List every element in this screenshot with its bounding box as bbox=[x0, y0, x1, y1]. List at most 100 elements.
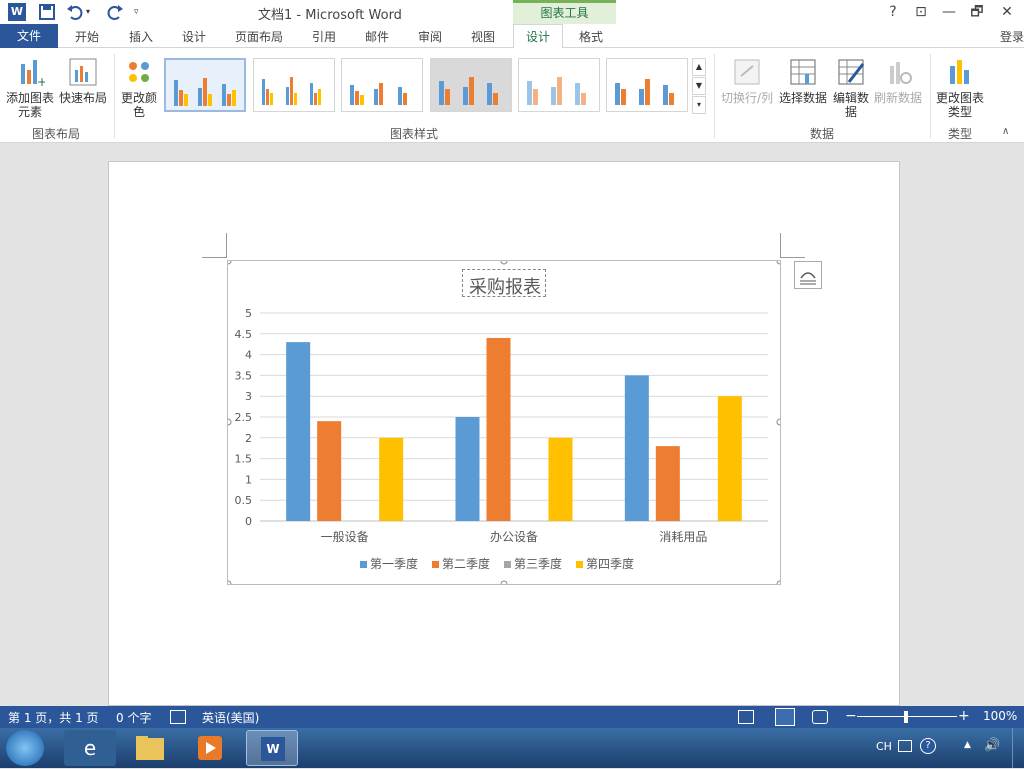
y-tick-label: 2 bbox=[245, 432, 252, 445]
bar bbox=[655, 446, 680, 521]
save-icon[interactable] bbox=[38, 3, 56, 21]
language[interactable]: 英语(美国) bbox=[202, 709, 259, 726]
keyboard-icon[interactable] bbox=[898, 740, 912, 752]
margin-mark-right-h bbox=[780, 257, 805, 258]
ribbon-tabs: 文件 开始 插入 设计 页面布局 引用 邮件 审阅 视图 设计 格式 登录 bbox=[0, 24, 1024, 49]
refresh-data-button[interactable]: 刷新数据 bbox=[872, 56, 924, 105]
tab-home[interactable]: 开始 bbox=[75, 28, 99, 45]
change-colors-button[interactable]: 更改颜色 bbox=[118, 56, 160, 119]
tab-chart-design[interactable]: 设计 bbox=[513, 24, 563, 49]
word-count[interactable]: 0 个字 bbox=[116, 709, 151, 726]
layout-options-button[interactable] bbox=[794, 261, 822, 289]
close-button[interactable]: ✕ bbox=[996, 0, 1018, 24]
palette-icon bbox=[129, 62, 149, 82]
undo-dropdown-icon[interactable]: ▾ bbox=[86, 3, 94, 21]
change-chart-type-icon bbox=[950, 60, 969, 84]
y-tick-label: 1.5 bbox=[235, 453, 253, 466]
chart-style-1[interactable] bbox=[164, 58, 246, 112]
ie-icon[interactable]: e bbox=[64, 730, 116, 766]
read-mode-icon[interactable] bbox=[738, 710, 754, 724]
show-desktop-button[interactable] bbox=[1012, 728, 1024, 768]
y-tick-label: 3 bbox=[245, 390, 252, 403]
redo-icon[interactable] bbox=[106, 3, 124, 21]
quick-layout-button[interactable]: 快速布局 bbox=[58, 56, 108, 105]
tab-mailings[interactable]: 邮件 bbox=[365, 28, 389, 45]
zoom-out-button[interactable]: − bbox=[845, 708, 857, 724]
chart-title-box[interactable]: 采购报表 bbox=[462, 269, 546, 298]
chart-tools-label: 图表工具 bbox=[513, 0, 616, 24]
legend-swatch bbox=[576, 561, 583, 568]
zoom-level[interactable]: 100% bbox=[983, 709, 1017, 723]
switch-row-col-button[interactable]: 切换行/列 bbox=[720, 56, 774, 105]
help-tray-icon[interactable]: ? bbox=[920, 738, 936, 754]
input-language[interactable]: CH bbox=[876, 740, 892, 753]
select-data-label: 选择数据 bbox=[778, 91, 827, 105]
tab-insert[interactable]: 插入 bbox=[129, 28, 153, 45]
volume-icon[interactable]: 🔊 bbox=[984, 738, 1000, 753]
change-chart-type-button[interactable]: 更改图表类型 bbox=[934, 56, 986, 119]
tab-page-layout[interactable]: 页面布局 bbox=[235, 28, 283, 45]
start-button[interactable] bbox=[6, 730, 44, 766]
customize-toolbar-icon[interactable]: ▿ bbox=[134, 3, 144, 21]
tab-view[interactable]: 视图 bbox=[471, 28, 495, 45]
ribbon-display-button[interactable]: ⊡ bbox=[910, 0, 932, 24]
x-tick-label: 一般设备 bbox=[321, 529, 369, 544]
media-player-icon[interactable] bbox=[184, 730, 236, 766]
chart-style-2[interactable] bbox=[253, 58, 335, 112]
web-layout-icon[interactable] bbox=[812, 710, 828, 724]
tab-review[interactable]: 审阅 bbox=[418, 28, 442, 45]
change-chart-type-label: 更改图表类型 bbox=[935, 91, 984, 119]
chart-style-6[interactable] bbox=[606, 58, 688, 112]
minimize-button[interactable]: — bbox=[938, 0, 960, 24]
select-data-button[interactable]: 选择数据 bbox=[778, 56, 828, 105]
chart-style-5-preview bbox=[527, 77, 586, 105]
ribbon-separator bbox=[930, 54, 931, 138]
tab-file[interactable]: 文件 bbox=[0, 24, 58, 48]
chart-style-2-preview bbox=[262, 77, 321, 105]
undo-icon[interactable] bbox=[66, 3, 84, 21]
chart-style-4[interactable] bbox=[430, 58, 512, 112]
explorer-icon[interactable] bbox=[124, 730, 176, 766]
resize-handle bbox=[776, 418, 780, 426]
styles-more-icon[interactable]: ▾ bbox=[692, 96, 706, 114]
ribbon-separator bbox=[714, 54, 715, 138]
page-count[interactable]: 第 1 页，共 1 页 bbox=[8, 709, 99, 726]
resize-handle bbox=[228, 580, 232, 584]
help-button[interactable]: ? bbox=[882, 0, 904, 24]
y-tick-label: 5 bbox=[245, 307, 252, 320]
chart-style-3[interactable] bbox=[341, 58, 423, 112]
zoom-slider-thumb[interactable] bbox=[904, 711, 908, 723]
word-taskbar-icon[interactable]: W bbox=[246, 730, 298, 766]
chart-style-6-preview bbox=[615, 79, 674, 105]
y-tick-label: 4 bbox=[245, 349, 252, 362]
login-link[interactable]: 登录 bbox=[1000, 28, 1024, 45]
styles-scroll-down-icon[interactable]: ▼ bbox=[692, 77, 706, 95]
play-icon bbox=[198, 736, 222, 760]
print-layout-icon[interactable] bbox=[775, 708, 795, 726]
styles-scroll-up-icon[interactable]: ▲ bbox=[692, 58, 706, 76]
collapse-ribbon-icon[interactable]: ∧ bbox=[1002, 126, 1009, 137]
bar bbox=[286, 342, 311, 521]
y-tick-label: 2.5 bbox=[235, 411, 253, 424]
tray-arrow-icon[interactable]: ▲ bbox=[964, 740, 971, 750]
maximize-button[interactable]: 🗗 bbox=[966, 0, 988, 24]
tab-design[interactable]: 设计 bbox=[182, 28, 206, 45]
edit-data-label: 编辑数据 bbox=[832, 91, 869, 119]
chart-style-5[interactable] bbox=[518, 58, 600, 112]
zoom-in-button[interactable]: + bbox=[958, 708, 970, 724]
svg-text:+: + bbox=[37, 75, 45, 88]
edit-data-button[interactable]: 编辑数据 bbox=[830, 56, 872, 119]
switch-row-col-icon bbox=[734, 59, 760, 85]
bar bbox=[486, 337, 511, 521]
tab-chart-format[interactable]: 格式 bbox=[579, 28, 603, 45]
bar bbox=[379, 437, 404, 521]
group-chart-styles-label: 图表样式 bbox=[389, 127, 438, 141]
tab-references[interactable]: 引用 bbox=[312, 28, 336, 45]
margin-mark-left-h bbox=[202, 257, 227, 258]
bar bbox=[717, 396, 742, 521]
group-type-label: 类型 bbox=[947, 127, 972, 141]
add-chart-element-button[interactable]: + 添加图表元素 bbox=[4, 56, 56, 119]
chart-object[interactable]: 0 0.5 1 1.5 2 2.5 3 3.5 4 4.5 5 一般设备 办公设备 消耗用品 第一季度 第二季… bbox=[227, 260, 781, 585]
proofing-icon[interactable] bbox=[170, 710, 186, 724]
resize-handle bbox=[500, 261, 508, 265]
